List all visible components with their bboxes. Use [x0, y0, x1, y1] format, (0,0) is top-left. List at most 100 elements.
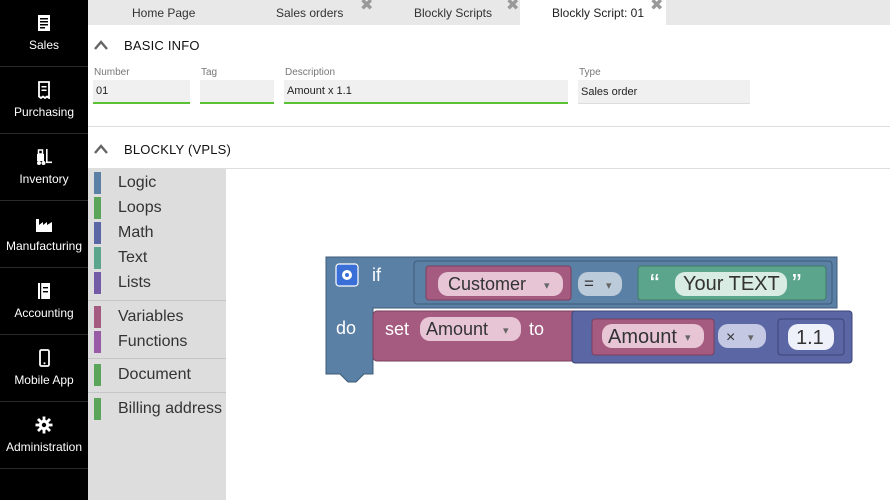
dropdown-arrow-icon: ▾	[685, 332, 691, 344]
sidebar-item-manufacturing[interactable]: Manufacturing	[0, 201, 88, 268]
sidebar-item-administration[interactable]: Administration	[0, 402, 88, 469]
math-number: 1.1	[796, 327, 824, 349]
number-field[interactable]: 01	[93, 80, 190, 104]
tab-blockly-scripts-close-icon[interactable]: ✖	[506, 0, 519, 14]
type-select[interactable]: Sales order	[578, 80, 750, 104]
basic-info-header[interactable]: BASIC INFO	[88, 26, 890, 64]
compare-block[interactable]: Customer ▾ = ▾ “ Your TEXT ”	[413, 260, 833, 305]
section-title: BLOCKLY (VPLS)	[124, 141, 232, 157]
toolbox-category-lists[interactable]: Lists	[88, 272, 226, 294]
math-arithmetic-block[interactable]: Amount ▾ × ▾ 1.1	[571, 310, 853, 364]
category-color-swatch	[94, 364, 101, 386]
set-variable-block[interactable]: set Amount ▾ to	[372, 310, 588, 362]
toolbox-category-document[interactable]: Document	[88, 364, 226, 386]
phone-icon	[39, 349, 50, 367]
category-color-swatch	[94, 331, 101, 353]
type-value: Sales order	[581, 85, 638, 98]
category-color-swatch	[94, 398, 101, 420]
toolbox-category-billing-address[interactable]: Billing address	[88, 398, 226, 420]
set-keyword: set	[385, 319, 409, 339]
dropdown-arrow-icon: ▾	[748, 332, 754, 344]
toolbox-category-logic[interactable]: Logic	[88, 172, 226, 194]
category-label: Lists	[118, 274, 151, 291]
blockly-header[interactable]: BLOCKLY (VPLS)	[88, 130, 890, 168]
do-keyword: do	[336, 318, 356, 338]
app-window: Sales Purchasing Inventory Manufacturing…	[0, 0, 890, 500]
toolbox-category-loops[interactable]: Loops	[88, 197, 226, 219]
toolbox-separator	[88, 358, 226, 359]
sidebar-item-label: Mobile App	[14, 373, 74, 387]
category-label: Text	[118, 249, 148, 266]
category-color-swatch	[94, 247, 101, 269]
compare-operator: =	[584, 274, 594, 293]
dropdown-arrow-icon: ▾	[606, 280, 612, 292]
if-keyword: if	[372, 265, 382, 285]
category-label: Variables	[118, 308, 184, 325]
sidebar-item-label: Manufacturing	[5, 239, 83, 253]
tab-blockly-script-01[interactable]: Blockly Script: 01	[520, 0, 666, 25]
forklift-icon	[37, 149, 52, 165]
description-value: Amount x 1.1	[287, 85, 352, 97]
category-label: Billing address	[118, 400, 223, 417]
tab-home-page[interactable]: Home Page	[132, 0, 242, 25]
blockly-canvas: if do Customer ▾ = ▾ “ Your TEXT ” set A…	[325, 256, 853, 383]
toolbox-separator	[88, 392, 226, 393]
category-label: Functions	[118, 333, 188, 350]
tab-bar: Home Page Sales orders ✖ Blockly Scripts…	[88, 0, 890, 25]
sidebar-item-label: Inventory	[19, 172, 69, 186]
toolbox-category-functions[interactable]: Functions	[88, 331, 226, 353]
tag-label: Tag	[201, 67, 218, 78]
category-color-swatch	[94, 306, 101, 328]
description-label: Description	[285, 67, 336, 78]
type-label: Type	[579, 67, 601, 78]
number-value: 01	[96, 85, 109, 97]
category-color-swatch	[94, 172, 101, 194]
category-color-swatch	[94, 222, 101, 244]
sidebar-item-inventory[interactable]: Inventory	[0, 134, 88, 201]
tab-label: Sales orders	[276, 5, 344, 20]
math-variable: Amount	[608, 326, 677, 348]
math-operator: ×	[726, 329, 735, 346]
gear-icon	[35, 416, 53, 434]
chevron-up-icon	[94, 144, 108, 154]
sidebar-item-mobile-app[interactable]: Mobile App	[0, 335, 88, 402]
blockly-workspace[interactable]: if do Customer ▾ = ▾ “ Your TEXT ” set A…	[226, 169, 890, 500]
receipt-icon	[38, 81, 50, 99]
blockly-toolbox: Logic Loops Math Text Lists Variables Fu…	[88, 169, 226, 500]
text-value: Your TEXT	[683, 273, 780, 295]
category-label: Logic	[118, 174, 157, 191]
sidebar-item-sales[interactable]: Sales	[0, 0, 88, 67]
toolbox-category-variables[interactable]: Variables	[88, 306, 226, 328]
sidebar-item-accounting[interactable]: Accounting	[0, 268, 88, 335]
tab-label: Blockly Script: 01	[552, 5, 645, 20]
toolbox-category-text[interactable]: Text	[88, 247, 226, 269]
tag-field[interactable]	[200, 80, 274, 104]
dropdown-arrow-icon: ▾	[544, 280, 550, 292]
open-quote: “	[650, 268, 659, 299]
ledger-icon	[38, 283, 50, 299]
sidebar-item-purchasing[interactable]: Purchasing	[0, 67, 88, 134]
tab-label: Blockly Scripts	[414, 5, 493, 20]
description-field[interactable]: Amount x 1.1	[284, 80, 568, 104]
number-label: Number	[94, 67, 130, 78]
tab-label: Home Page	[132, 5, 196, 20]
category-label: Math	[118, 224, 154, 241]
sidebar-item-label: Purchasing	[13, 105, 75, 119]
toolbox-separator	[88, 300, 226, 301]
to-keyword: to	[529, 319, 544, 339]
factory-icon	[36, 219, 52, 232]
close-quote: ”	[792, 268, 801, 299]
category-label: Loops	[118, 199, 162, 216]
category-label: Document	[118, 366, 191, 383]
compare-variable: Customer	[448, 274, 526, 294]
set-variable: Amount	[426, 319, 488, 339]
section-divider	[88, 126, 890, 127]
sidebar-item-label: Sales	[28, 38, 60, 52]
tab-sales-orders-close-icon[interactable]: ✖	[360, 0, 373, 14]
chevron-up-icon	[94, 40, 108, 50]
document-icon	[38, 15, 50, 31]
section-title: BASIC INFO	[124, 37, 200, 53]
tab-blockly-script-01-close-icon[interactable]: ✖	[650, 0, 663, 14]
toolbox-category-math[interactable]: Math	[88, 222, 226, 244]
gear-glyph-icon	[342, 270, 352, 280]
